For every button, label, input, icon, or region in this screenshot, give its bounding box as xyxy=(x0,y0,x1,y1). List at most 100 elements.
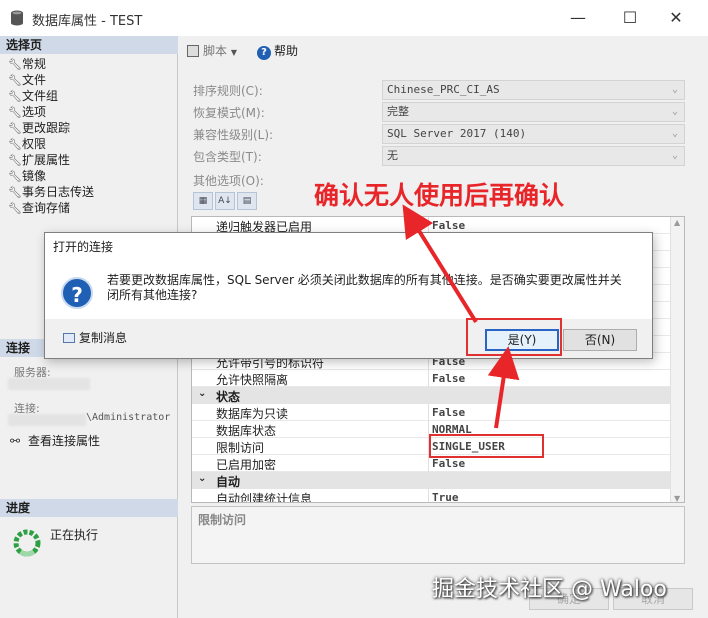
page-item[interactable]: 🔧︎查询存储 xyxy=(8,200,70,216)
page-item-label: 权限 xyxy=(22,137,47,151)
dialog-title: 打开的连接 xyxy=(45,233,652,261)
property-value: Chinese_PRC_CI_AS xyxy=(387,83,500,96)
property-value: SQL Server 2017 (140) xyxy=(387,127,527,140)
wrench-icon: 🔧︎ xyxy=(8,122,22,135)
view-connection-properties-label: 查看连接属性 xyxy=(28,434,101,448)
title-bar: 数据库属性 - TEST — ☐ ✕ xyxy=(0,0,708,36)
page-item-label: 常规 xyxy=(22,57,47,71)
annotation-text: 确认无人使用后再确认 xyxy=(314,181,565,210)
copy-message-label: 复制消息 xyxy=(79,331,128,345)
column-divider xyxy=(428,370,429,387)
property-row-name: 自动创建统计信息 xyxy=(216,492,313,503)
categorized-view-icon[interactable]: ▦ xyxy=(193,192,213,210)
wrench-icon: 🔧︎ xyxy=(8,58,22,71)
close-button[interactable]: ✕ xyxy=(656,6,696,30)
column-divider xyxy=(428,489,429,502)
database-icon xyxy=(11,10,23,26)
page-item[interactable]: 🔧︎文件组 xyxy=(8,88,58,104)
property-row-name: 数据库为只读 xyxy=(216,407,289,421)
page-item-label: 选项 xyxy=(22,105,47,119)
wrench-icon: 🔧︎ xyxy=(8,202,22,215)
property-row[interactable]: 自动创建统计信息 True xyxy=(192,489,670,503)
property-category[interactable]: ⌄ 自动 xyxy=(192,472,670,489)
property-label: 排序规则(C): xyxy=(193,84,263,98)
property-combobox[interactable]: 完整 ⌄ xyxy=(382,102,685,122)
page-item-label: 镜像 xyxy=(22,169,47,183)
wrench-icon: 🔧︎ xyxy=(8,138,22,151)
property-combobox[interactable]: Chinese_PRC_CI_AS ⌄ xyxy=(382,80,685,100)
scroll-up-icon[interactable]: ▲ xyxy=(674,218,680,227)
wrench-icon: 🔧︎ xyxy=(8,154,22,167)
yes-button-highlight xyxy=(466,318,562,356)
dialog-message: 若要更改数据库属性，SQL Server 必须关闭此数据库的所有其他连接。是否确… xyxy=(107,273,622,302)
category-label: 自动 xyxy=(216,475,241,489)
watermark-text: 掘金技术社区 @ Waloo xyxy=(432,577,667,602)
progress-status: 正在执行 xyxy=(50,528,99,542)
page-item-label: 更改跟踪 xyxy=(22,121,71,135)
maximize-button[interactable]: ☐ xyxy=(610,6,650,30)
copy-message-button[interactable]: 复制消息 xyxy=(63,329,127,346)
single-user-highlight xyxy=(429,434,544,458)
page-item-label: 文件组 xyxy=(22,89,59,103)
property-row-value: False xyxy=(432,219,466,232)
help-label: 帮助 xyxy=(274,44,299,58)
chevron-down-icon: ⌄ xyxy=(671,150,678,161)
page-item-label: 事务日志传送 xyxy=(22,185,95,199)
script-menu[interactable]: 脚本 ▼ xyxy=(187,44,237,60)
property-category[interactable]: ⌄ 状态 xyxy=(192,387,670,404)
column-divider xyxy=(428,404,429,421)
copy-icon xyxy=(63,333,75,343)
property-combobox[interactable]: SQL Server 2017 (140) ⌄ xyxy=(382,124,685,144)
property-label: 兼容性级别(L): xyxy=(193,128,274,142)
chevron-down-icon: ⌄ xyxy=(671,128,678,139)
chevron-down-icon: ⌄ xyxy=(671,84,678,95)
property-row[interactable]: 允许快照隔离 False xyxy=(192,370,670,387)
page-item[interactable]: 🔧︎选项 xyxy=(8,104,46,120)
wrench-icon: 🔧︎ xyxy=(8,74,22,87)
page-item[interactable]: 🔧︎镜像 xyxy=(8,168,46,184)
page-item[interactable]: 🔧︎权限 xyxy=(8,136,46,152)
page-item[interactable]: 🔧︎事务日志传送 xyxy=(8,184,94,200)
category-label: 状态 xyxy=(216,390,241,404)
connection-value-redacted xyxy=(8,414,86,426)
progress-header: 进度 xyxy=(0,499,178,517)
no-button[interactable]: 否(N) xyxy=(563,329,637,351)
property-value: 无 xyxy=(387,149,398,162)
wrench-icon: 🔧︎ xyxy=(8,90,22,103)
page-item[interactable]: 🔧︎常规 xyxy=(8,56,46,72)
view-connection-properties-link[interactable]: ⚯ 查看连接属性 xyxy=(10,432,100,449)
property-row-value: False xyxy=(432,406,466,419)
script-label: 脚本 xyxy=(203,44,228,58)
property-label: 恢复模式(M): xyxy=(193,106,265,120)
window-title: 数据库属性 - TEST xyxy=(32,14,143,29)
page-item[interactable]: 🔧︎更改跟踪 xyxy=(8,120,70,136)
server-value-redacted xyxy=(8,378,90,390)
help-icon: ? xyxy=(257,46,271,60)
property-label: 包含类型(T): xyxy=(193,150,262,164)
help-button[interactable]: ? 帮助 xyxy=(257,44,298,60)
page-item-label: 查询存储 xyxy=(22,201,71,215)
property-value: 完整 xyxy=(387,105,409,118)
property-row-value: False xyxy=(432,372,466,385)
page-item[interactable]: 🔧︎扩展属性 xyxy=(8,152,70,168)
page-item-label: 文件 xyxy=(22,73,47,87)
property-combobox[interactable]: 无 ⌄ xyxy=(382,146,685,166)
wrench-icon: 🔧︎ xyxy=(8,186,22,199)
alphabetical-sort-icon[interactable]: A↓ xyxy=(215,192,235,210)
script-icon xyxy=(187,45,199,57)
connection-value: \Administrator xyxy=(86,412,171,423)
question-icon: ? xyxy=(61,277,93,309)
page-item-label: 扩展属性 xyxy=(22,153,71,167)
property-row[interactable]: 数据库为只读 False xyxy=(192,404,670,421)
chevron-down-icon: ⌄ xyxy=(671,106,678,117)
collapse-icon[interactable]: ⌄ xyxy=(198,473,206,484)
minimize-button[interactable]: — xyxy=(558,6,598,30)
collapse-icon[interactable]: ⌄ xyxy=(198,388,206,399)
property-pages-icon[interactable]: ▤ xyxy=(237,192,257,210)
scroll-down-icon[interactable]: ▼ xyxy=(674,494,680,502)
page-item[interactable]: 🔧︎文件 xyxy=(8,72,46,88)
description-title: 限制访问 xyxy=(198,513,247,527)
property-row-name: 允许快照隔离 xyxy=(216,373,289,387)
property-row-name: 已启用加密 xyxy=(216,458,277,472)
grid-scrollbar[interactable]: ▲ ▼ xyxy=(670,217,684,502)
